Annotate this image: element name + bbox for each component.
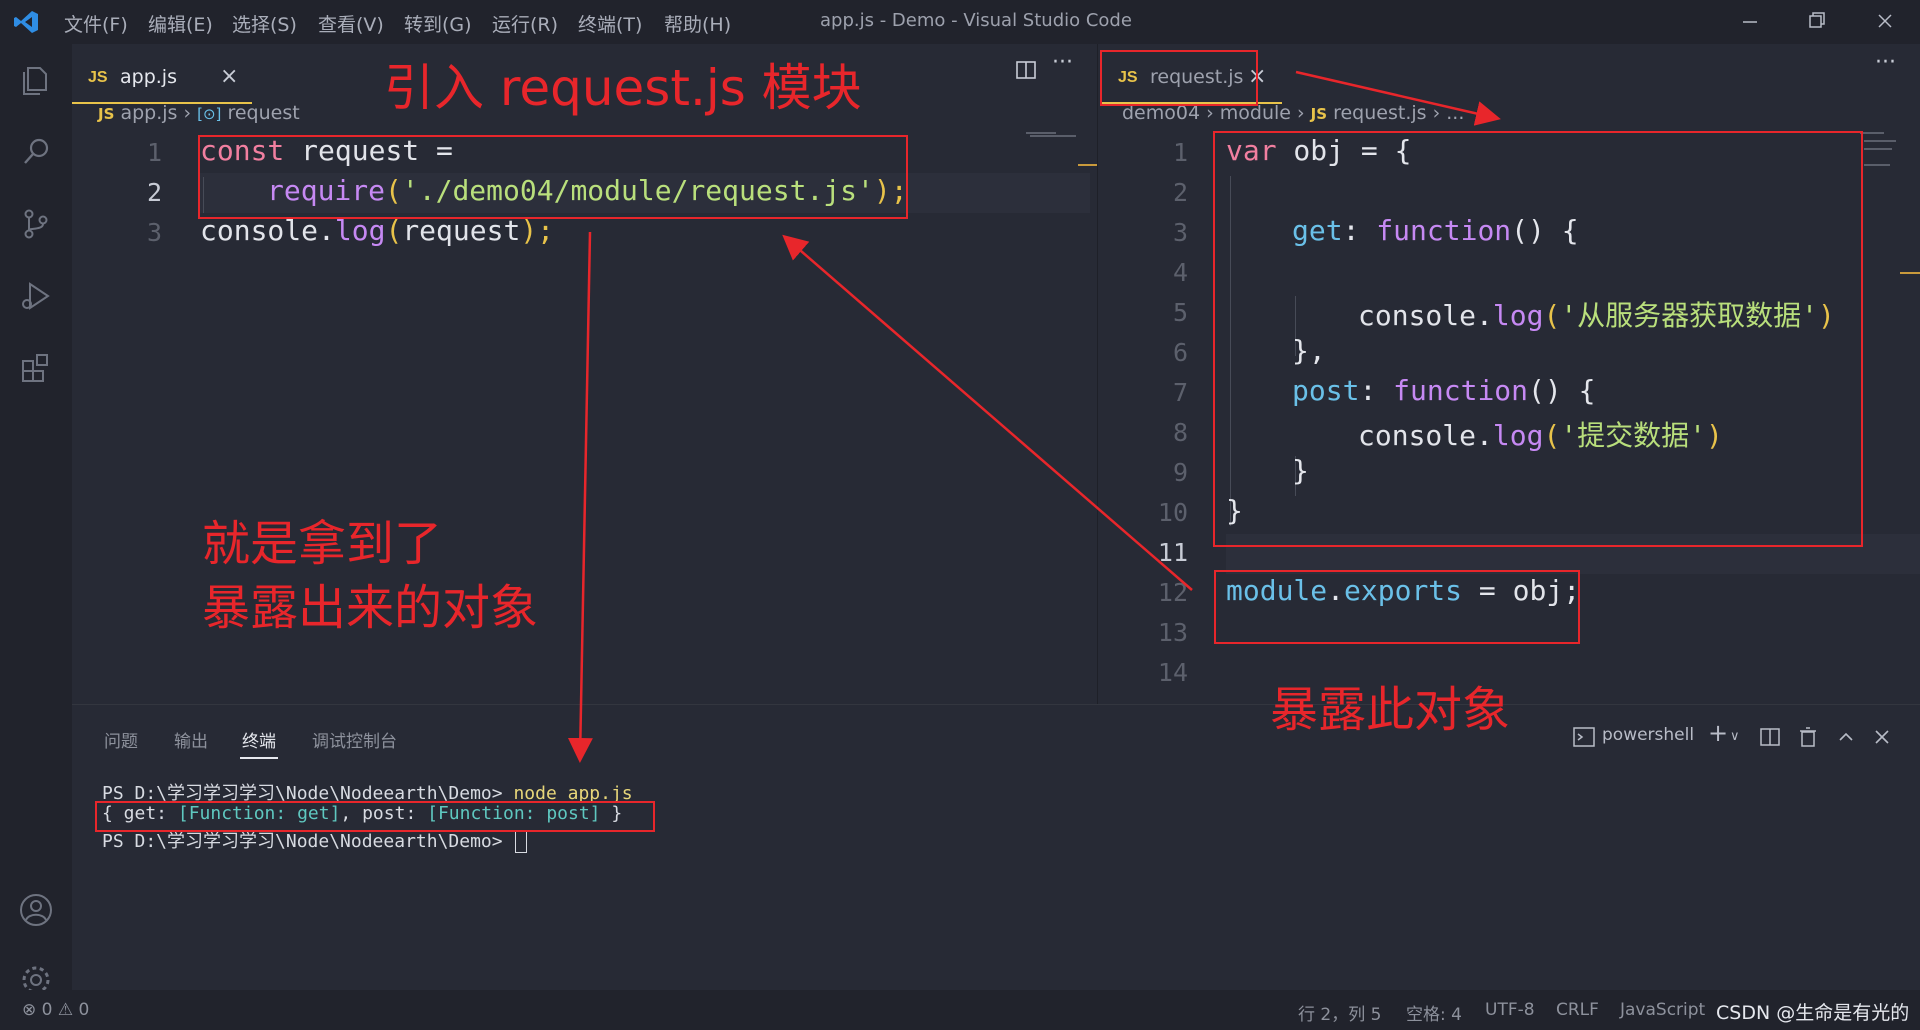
tab-debug-console[interactable]: 调试控制台 xyxy=(312,727,397,752)
tab-output[interactable]: 输出 xyxy=(174,727,208,752)
restore-icon[interactable] xyxy=(1802,6,1832,36)
maximize-panel-icon[interactable] xyxy=(1836,727,1856,747)
line-number: 2 xyxy=(1172,178,1188,207)
tab-terminal[interactable]: 终端 xyxy=(242,727,276,752)
more-actions-icon[interactable]: ··· xyxy=(1052,50,1073,75)
terminal-shell-selector[interactable]: powershell xyxy=(1602,725,1694,745)
language-mode[interactable]: JavaScript xyxy=(1620,1000,1705,1020)
close-window-icon[interactable] xyxy=(1870,6,1900,36)
breadcrumb-file[interactable]: app.js xyxy=(120,102,177,124)
menu-goto[interactable]: 转到(G) xyxy=(404,10,472,37)
tab-label: app.js xyxy=(120,66,177,88)
add-terminal-icon[interactable]: + xyxy=(1708,719,1728,747)
js-file-icon: JS xyxy=(1310,105,1328,123)
close-panel-icon[interactable] xyxy=(1872,727,1892,747)
breadcrumb-symbol[interactable]: request xyxy=(227,102,299,124)
terminal-icon xyxy=(1573,727,1595,747)
menu-terminal[interactable]: 终端(T) xyxy=(578,10,642,37)
minimap[interactable] xyxy=(1030,135,1076,137)
split-terminal-icon[interactable] xyxy=(1758,725,1782,749)
search-icon[interactable] xyxy=(16,132,56,172)
status-bar: ⊗ 0 ⚠ 0 行 2，列 5 空格: 4 UTF-8 CRLF JavaScr… xyxy=(0,990,1920,1030)
minimap[interactable] xyxy=(1026,132,1056,134)
source-control-icon[interactable] xyxy=(16,204,56,244)
annotation-box-output xyxy=(95,801,655,832)
line-number: 10 xyxy=(1157,498,1188,527)
warning-icon: ⚠ xyxy=(57,1000,74,1020)
js-file-icon: JS xyxy=(88,69,108,86)
line-number: 2 xyxy=(146,178,162,207)
line-number: 5 xyxy=(1172,298,1188,327)
menu-file[interactable]: 文件(F) xyxy=(64,10,128,37)
minimap[interactable] xyxy=(1864,148,1892,150)
explorer-icon[interactable] xyxy=(16,60,56,100)
line-number: 14 xyxy=(1157,658,1188,687)
vscode-logo-icon xyxy=(14,11,38,33)
extensions-icon[interactable] xyxy=(16,348,56,388)
editor-divider xyxy=(1097,44,1098,704)
title-bar: 文件(F) 编辑(E) 选择(S) 查看(V) 转到(G) 运行(R) 终端(T… xyxy=(0,0,1920,44)
line-number: 1 xyxy=(146,138,162,167)
menu-help[interactable]: 帮助(H) xyxy=(664,10,731,37)
account-icon[interactable] xyxy=(16,890,56,930)
terminal-cursor xyxy=(515,831,528,853)
annotation-got-line2: 暴露出来的对象 xyxy=(202,580,539,636)
run-debug-icon[interactable] xyxy=(16,276,56,316)
minimap[interactable] xyxy=(1864,164,1890,166)
variable-symbol-icon: [⊙] xyxy=(197,105,222,123)
activity-bar xyxy=(0,44,72,994)
annotation-box-obj xyxy=(1213,131,1863,547)
problems-status[interactable]: ⊗ 0 ⚠ 0 xyxy=(22,1000,89,1020)
bottom-panel: 问题 输出 终端 调试控制台 powershell + ∨ PS D:\学习学习… xyxy=(72,704,1920,991)
breadcrumb-more[interactable]: ... xyxy=(1446,102,1464,124)
line-number: 3 xyxy=(1172,218,1188,247)
annotation-got-line1: 就是拿到了 xyxy=(202,516,443,572)
more-actions-icon[interactable]: ··· xyxy=(1875,50,1896,75)
minimize-icon[interactable] xyxy=(1735,6,1765,36)
line-number: 1 xyxy=(1172,138,1188,167)
encoding[interactable]: UTF-8 xyxy=(1485,1000,1535,1020)
tab-problems[interactable]: 问题 xyxy=(104,727,138,752)
line-number: 7 xyxy=(1172,378,1188,407)
close-icon[interactable]: × xyxy=(220,64,238,89)
line-number: 6 xyxy=(1172,338,1188,367)
annotation-expose: 暴露此对象 xyxy=(1270,682,1511,738)
error-icon: ⊗ xyxy=(22,1000,37,1020)
menu-run[interactable]: 运行(R) xyxy=(492,10,558,37)
line-number: 8 xyxy=(1172,418,1188,447)
active-tab-indicator xyxy=(240,757,278,759)
menu-selection[interactable]: 选择(S) xyxy=(232,10,297,37)
csdn-watermark: CSDN @生命是有光的 xyxy=(1716,1002,1910,1024)
cursor-position[interactable]: 行 2，列 5 xyxy=(1298,1000,1381,1025)
window-title: app.js - Demo - Visual Studio Code xyxy=(820,10,1132,31)
breadcrumb: JS app.js › [⊙] request xyxy=(98,102,300,124)
menu-view[interactable]: 查看(V) xyxy=(318,10,384,37)
annotation-title: 引入 request.js 模块 xyxy=(384,59,862,117)
tab-app-js[interactable]: JS app.js × xyxy=(72,52,252,104)
line-number: 11 xyxy=(1157,538,1188,567)
annotation-box-exports xyxy=(1214,570,1580,644)
minimap[interactable] xyxy=(1864,140,1896,142)
trash-icon[interactable] xyxy=(1796,725,1820,749)
line-number: 3 xyxy=(146,218,162,247)
menu-edit[interactable]: 编辑(E) xyxy=(148,10,213,37)
chevron-down-icon[interactable]: ∨ xyxy=(1730,729,1740,744)
split-editor-icon[interactable] xyxy=(1014,58,1038,82)
line-ending[interactable]: CRLF xyxy=(1556,1000,1599,1020)
scrollbar-marker xyxy=(1078,164,1098,166)
scrollbar-marker xyxy=(1900,272,1920,274)
indentation[interactable]: 空格: 4 xyxy=(1406,1000,1462,1025)
breadcrumb-file[interactable]: request.js xyxy=(1333,102,1426,124)
line-number: 12 xyxy=(1157,578,1188,607)
line-number: 4 xyxy=(1172,258,1188,287)
breadcrumb-separator: › xyxy=(183,102,192,124)
annotation-box-tab xyxy=(1100,50,1258,106)
line-number: 13 xyxy=(1157,618,1188,647)
line-number: 9 xyxy=(1172,458,1188,487)
annotation-box-require xyxy=(198,135,908,219)
minimap[interactable] xyxy=(1860,132,1884,134)
js-file-icon: JS xyxy=(98,105,115,123)
